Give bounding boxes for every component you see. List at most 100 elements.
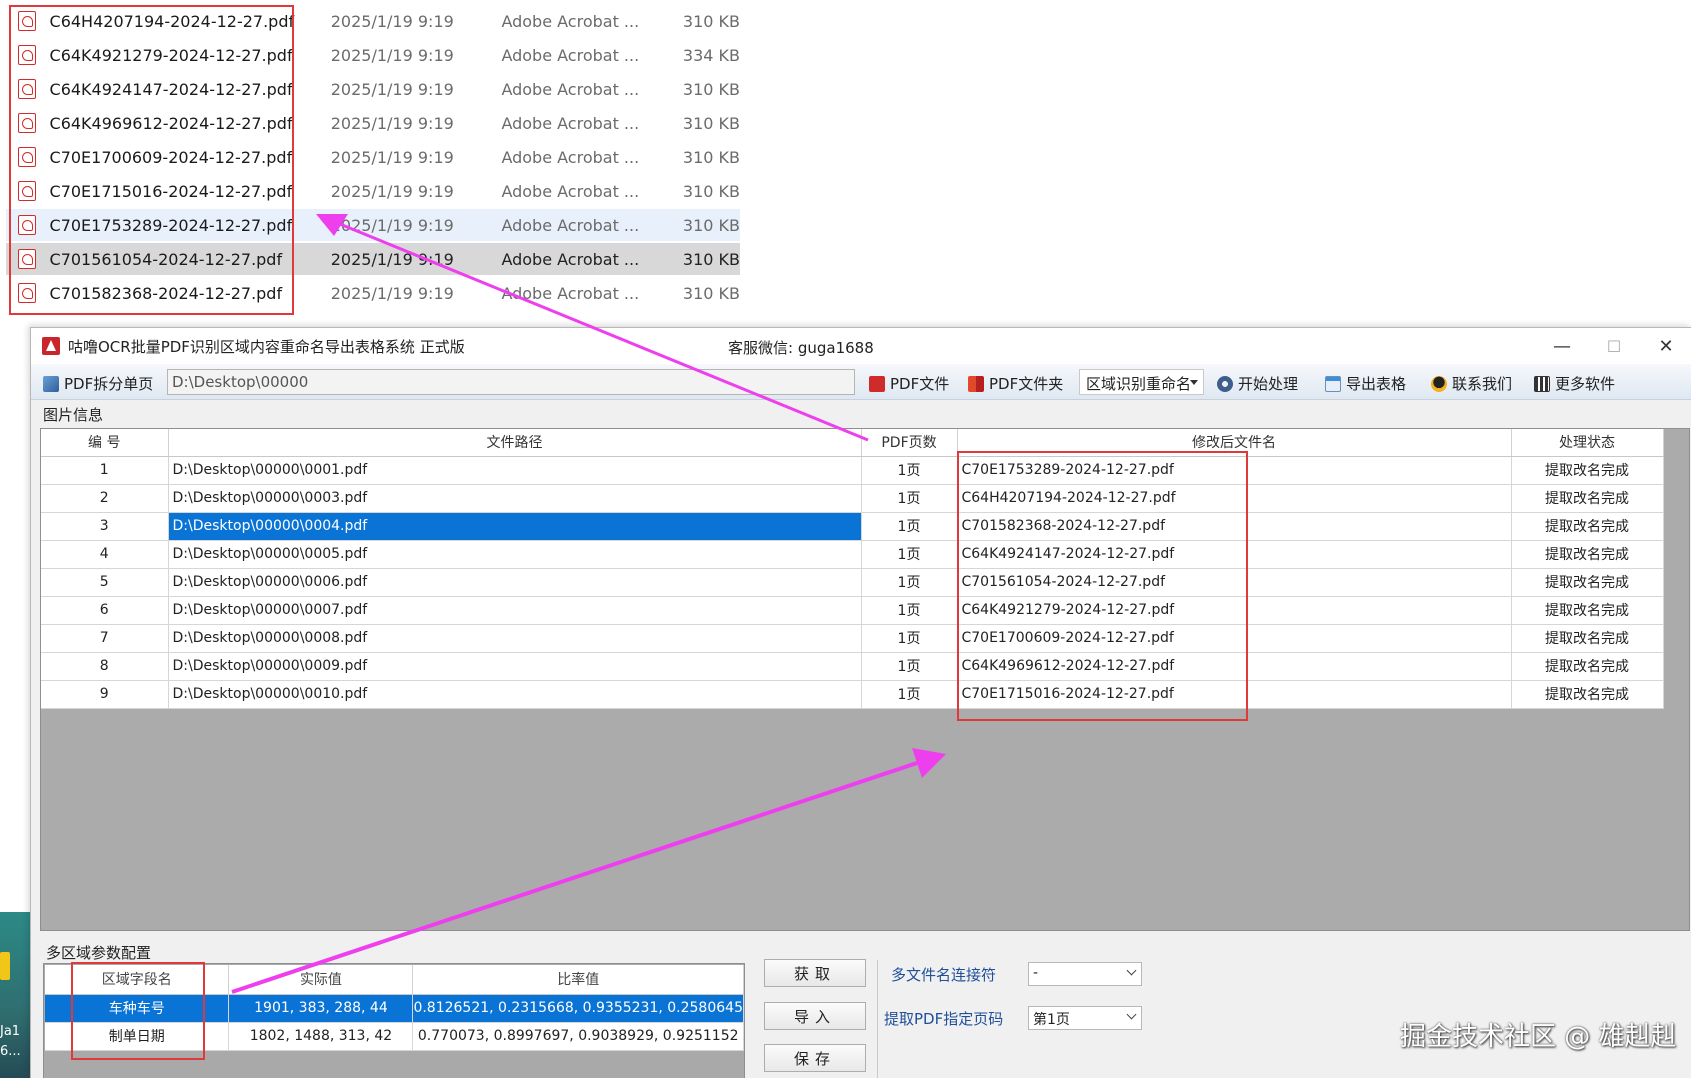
- explorer-file-list: C64H4207194-2024-12-27.pdf 2025/1/19 9:1…: [0, 0, 1691, 327]
- file-row[interactable]: C70E1753289-2024-12-27.pdf 2025/1/19 9:1…: [6, 209, 740, 241]
- file-row[interactable]: C64H4207194-2024-12-27.pdf 2025/1/19 9:1…: [6, 5, 740, 37]
- save-button[interactable]: 保存: [764, 1044, 866, 1072]
- file-row[interactable]: C70E1700609-2024-12-27.pdf 2025/1/19 9:1…: [6, 141, 740, 173]
- file-row[interactable]: C64K4969612-2024-12-27.pdf 2025/1/19 9:1…: [6, 107, 740, 139]
- table-row[interactable]: 8 D:\Desktop\00000\0009.pdf 1页 C64K49696…: [41, 652, 1664, 681]
- row-pages: 1页: [861, 512, 958, 541]
- toolbar: PDF拆分单页 D:\Desktop\00000 PDF文件 PDF文件夹 区域…: [31, 364, 1691, 400]
- column-header-field[interactable]: 区域字段名: [45, 965, 230, 995]
- title-bar[interactable]: 咕噜OCR批量PDF识别区域内容重命名导出表格系统 正式版 客服微信: guga…: [31, 328, 1691, 364]
- split-single-page-button[interactable]: PDF拆分单页: [43, 373, 153, 394]
- file-name: C70E1753289-2024-12-27.pdf: [49, 215, 293, 235]
- row-pages: 1页: [861, 456, 958, 485]
- file-row[interactable]: C64K4921279-2024-12-27.pdf 2025/1/19 9:1…: [6, 39, 740, 71]
- file-type: Adobe Acrobat ...: [501, 11, 640, 31]
- table-row[interactable]: 2 D:\Desktop\00000\0003.pdf 1页 C64H42071…: [41, 484, 1664, 513]
- region-params-grid[interactable]: 区域字段名 实际值 比率值 车种车号 1901, 383, 288, 44 0.…: [43, 963, 745, 1078]
- vertical-divider: [877, 960, 878, 1078]
- import-button[interactable]: 导入: [764, 1002, 866, 1030]
- maximize-button[interactable]: ☐: [1588, 328, 1640, 364]
- table-row[interactable]: 6 D:\Desktop\00000\0007.pdf 1页 C64K49212…: [41, 596, 1664, 625]
- row-new-name: C70E1715016-2024-12-27.pdf: [957, 680, 1512, 709]
- export-label: 导出表格: [1346, 375, 1407, 393]
- column-header-ratio[interactable]: 比率值: [412, 965, 744, 995]
- file-date: 2025/1/19 9:19: [330, 215, 454, 235]
- pdf-file-icon: [18, 113, 36, 133]
- row-number: 2: [41, 484, 169, 513]
- mode-select[interactable]: 区域识别重命名: [1079, 369, 1204, 395]
- column-header-path[interactable]: 文件路径: [168, 429, 862, 457]
- table-row[interactable]: 1 D:\Desktop\00000\0001.pdf 1页 C70E17532…: [41, 456, 1664, 485]
- split-label: PDF拆分单页: [64, 375, 154, 393]
- file-grid[interactable]: 编 号 文件路径 PDF页数 修改后文件名 处理状态 1 D:\Desktop\…: [40, 428, 1690, 931]
- file-size: 310 KB: [682, 283, 740, 303]
- table-row[interactable]: 5 D:\Desktop\00000\0006.pdf 1页 C70156105…: [41, 568, 1664, 597]
- pdf-file-icon: [18, 45, 36, 65]
- column-header-status[interactable]: 处理状态: [1511, 429, 1664, 457]
- column-header-new-name[interactable]: 修改后文件名: [957, 429, 1512, 457]
- row-path: D:\Desktop\00000\0005.pdf: [168, 540, 862, 569]
- chevron-down-icon: [1126, 1009, 1137, 1020]
- close-button[interactable]: ✕: [1640, 328, 1691, 364]
- table-row[interactable]: 9 D:\Desktop\00000\0010.pdf 1页 C70E17150…: [41, 680, 1664, 709]
- table-row[interactable]: 7 D:\Desktop\00000\0008.pdf 1页 C70E17006…: [41, 624, 1664, 653]
- folder-path-input[interactable]: D:\Desktop\00000: [167, 369, 855, 395]
- param-actual: 1901, 383, 288, 44: [228, 994, 414, 1023]
- row-status: 提取改名完成: [1511, 652, 1664, 681]
- chevron-down-icon: [1126, 965, 1137, 976]
- pdf-folder-icon: [968, 375, 984, 392]
- acrobat-icon: [869, 375, 885, 392]
- pdf-file-button[interactable]: PDF文件: [869, 373, 949, 394]
- app-window: 咕噜OCR批量PDF识别区域内容重命名导出表格系统 正式版 客服微信: guga…: [30, 327, 1691, 1078]
- row-pages: 1页: [861, 540, 958, 569]
- file-row[interactable]: C70E1715016-2024-12-27.pdf 2025/1/19 9:1…: [6, 175, 740, 207]
- file-date: 2025/1/19 9:19: [330, 79, 454, 99]
- pdf-folder-button[interactable]: PDF文件夹: [968, 373, 1063, 394]
- pdf-folder-label: PDF文件夹: [989, 375, 1064, 393]
- file-type: Adobe Acrobat ...: [501, 147, 640, 167]
- file-row[interactable]: C64K4924147-2024-12-27.pdf 2025/1/19 9:1…: [6, 73, 740, 105]
- more-software-button[interactable]: 更多软件: [1534, 373, 1615, 394]
- minimize-button[interactable]: —: [1536, 328, 1588, 364]
- row-new-name: C64K4969612-2024-12-27.pdf: [957, 652, 1512, 681]
- column-header-actual[interactable]: 实际值: [228, 965, 414, 995]
- file-date: 2025/1/19 9:19: [330, 181, 454, 201]
- connector-select[interactable]: -: [1028, 962, 1142, 986]
- region-params-table: 区域字段名 实际值 比率值 车种车号 1901, 383, 288, 44 0.…: [45, 965, 744, 1051]
- service-contact: 客服微信: guga1688: [728, 339, 874, 357]
- row-number: 3: [41, 512, 169, 541]
- file-name: C701561054-2024-12-27.pdf: [49, 249, 283, 269]
- file-row[interactable]: C701561054-2024-12-27.pdf 2025/1/19 9:19…: [6, 243, 740, 275]
- table-row[interactable]: 4 D:\Desktop\00000\0005.pdf 1页 C64K49241…: [41, 540, 1664, 569]
- page-select[interactable]: 第1页: [1028, 1006, 1142, 1030]
- row-status: 提取改名完成: [1511, 596, 1664, 625]
- file-date: 2025/1/19 9:19: [330, 45, 454, 65]
- watermark: 掘金技术社区 @ 雄赳赳: [1400, 1022, 1677, 1052]
- row-path: D:\Desktop\00000\0009.pdf: [168, 652, 862, 681]
- desktop-icon-label: 6...: [0, 1044, 21, 1059]
- start-label: 开始处理: [1238, 375, 1299, 393]
- file-size: 310 KB: [682, 215, 740, 235]
- file-date: 2025/1/19 9:19: [330, 11, 454, 31]
- params-row[interactable]: 制单日期 1802, 1488, 313, 42 0.770073, 0.899…: [45, 1022, 744, 1051]
- file-type: Adobe Acrobat ...: [501, 113, 640, 133]
- pdf-file-label: PDF文件: [890, 375, 950, 393]
- row-new-name: C701582368-2024-12-27.pdf: [957, 512, 1512, 541]
- column-header-no[interactable]: 编 号: [41, 429, 169, 457]
- params-row-selected[interactable]: 车种车号 1901, 383, 288, 44 0.8126521, 0.231…: [45, 994, 744, 1023]
- contact-us-button[interactable]: 联系我们: [1431, 373, 1512, 394]
- row-pages: 1页: [861, 652, 958, 681]
- start-process-button[interactable]: 开始处理: [1217, 373, 1298, 394]
- file-size: 310 KB: [682, 113, 740, 133]
- row-new-name: C64K4924147-2024-12-27.pdf: [957, 540, 1512, 569]
- file-name: C64K4969612-2024-12-27.pdf: [49, 113, 293, 133]
- row-pages: 1页: [861, 680, 958, 709]
- file-type: Adobe Acrobat ...: [501, 249, 640, 269]
- file-row[interactable]: C701582368-2024-12-27.pdf 2025/1/19 9:19…: [6, 277, 740, 309]
- column-header-pages[interactable]: PDF页数: [861, 429, 958, 457]
- export-table-button[interactable]: 导出表格: [1325, 373, 1406, 394]
- table-row[interactable]: 3 D:\Desktop\00000\0004.pdf 1页 C70158236…: [41, 512, 1664, 541]
- connector-value: -: [1033, 965, 1039, 981]
- penguin-icon: [1431, 375, 1447, 392]
- get-button[interactable]: 获取: [764, 959, 866, 987]
